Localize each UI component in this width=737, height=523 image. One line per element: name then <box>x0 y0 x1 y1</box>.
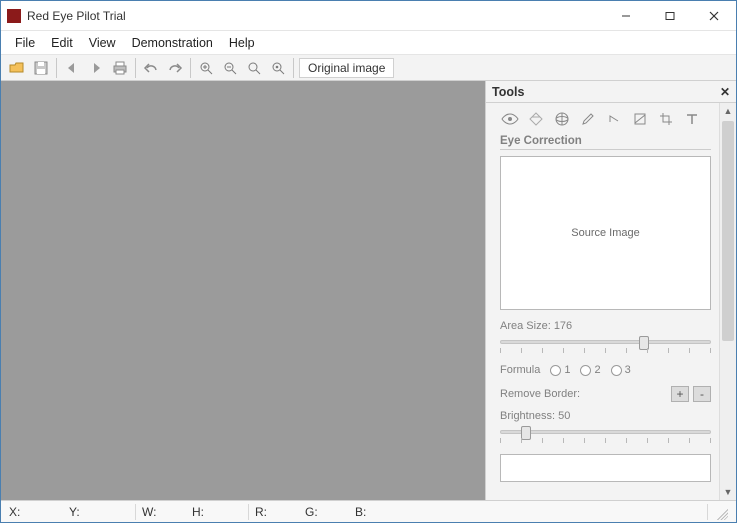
source-image-preview: Source Image <box>500 156 711 310</box>
result-preview <box>500 454 711 482</box>
tools-header: Tools ✕ <box>486 81 736 103</box>
zoom-in-icon[interactable] <box>194 57 218 79</box>
brightness-slider[interactable] <box>500 426 711 446</box>
app-icon <box>7 9 21 23</box>
statusbar: X: Y: W: H: R: G: B: <box>1 500 736 522</box>
area-size-slider[interactable] <box>500 336 711 356</box>
toolbar-separator <box>56 58 57 78</box>
redo-icon[interactable] <box>163 57 187 79</box>
scroll-up-icon[interactable]: ▲ <box>720 103 736 119</box>
status-w: W: <box>142 505 192 519</box>
menu-edit[interactable]: Edit <box>43 33 81 53</box>
section-eye-correction: Eye Correction <box>500 135 711 150</box>
tool-icon-row <box>500 109 711 129</box>
formula-radio-1[interactable]: 1 <box>550 364 570 376</box>
brush-tool-icon[interactable] <box>578 109 598 129</box>
status-r: R: <box>255 505 305 519</box>
forward-icon[interactable] <box>84 57 108 79</box>
zoom-out-icon[interactable] <box>218 57 242 79</box>
tools-title: Tools <box>492 85 524 99</box>
brightness-label: Brightness: 50 <box>500 410 711 422</box>
menu-help[interactable]: Help <box>221 33 263 53</box>
diamond-tool-icon[interactable] <box>526 109 546 129</box>
open-icon[interactable] <box>5 57 29 79</box>
status-h: H: <box>192 505 242 519</box>
formula-radio-3[interactable]: 3 <box>611 364 631 376</box>
toolbar-separator <box>190 58 191 78</box>
window-title: Red Eye Pilot Trial <box>27 9 126 23</box>
zoom-actual-icon[interactable] <box>266 57 290 79</box>
tools-content: Eye Correction Source Image Area Size: 1… <box>486 103 719 500</box>
back-icon[interactable] <box>60 57 84 79</box>
preview-label: Source Image <box>571 227 639 239</box>
formula-label: Formula <box>500 364 540 376</box>
scroll-thumb[interactable] <box>722 121 734 341</box>
levels-tool-icon[interactable] <box>630 109 650 129</box>
text-tool-icon[interactable] <box>682 109 702 129</box>
save-icon[interactable] <box>29 57 53 79</box>
remove-border-plus-button[interactable]: + <box>671 386 689 402</box>
tools-close-icon[interactable]: ✕ <box>720 85 730 99</box>
maximize-button[interactable] <box>648 1 692 31</box>
content-area: Tools ✕ Eye Correction <box>1 81 736 500</box>
menu-view[interactable]: View <box>81 33 124 53</box>
resize-grip-icon[interactable] <box>714 506 728 520</box>
status-g: G: <box>305 505 355 519</box>
rotate-tool-icon[interactable] <box>604 109 624 129</box>
titlebar[interactable]: Red Eye Pilot Trial <box>1 1 736 31</box>
menu-file[interactable]: File <box>7 33 43 53</box>
globe-tool-icon[interactable] <box>552 109 572 129</box>
zoom-fit-icon[interactable] <box>242 57 266 79</box>
minimize-button[interactable] <box>604 1 648 31</box>
tools-scrollbar[interactable]: ▲ ▼ <box>719 103 736 500</box>
formula-radio-2[interactable]: 2 <box>580 364 600 376</box>
crop-tool-icon[interactable] <box>656 109 676 129</box>
app-window: Red Eye Pilot Trial File Edit View Demon… <box>0 0 737 523</box>
undo-icon[interactable] <box>139 57 163 79</box>
tools-panel: Tools ✕ Eye Correction <box>485 81 736 500</box>
area-size-value: 176 <box>554 320 572 332</box>
remove-border-row: Remove Border: + - <box>500 386 711 402</box>
close-button[interactable] <box>692 1 736 31</box>
toolbar-separator <box>135 58 136 78</box>
brightness-value: 50 <box>558 410 570 422</box>
print-icon[interactable] <box>108 57 132 79</box>
area-size-label: Area Size: 176 <box>500 320 711 332</box>
remove-border-minus-button[interactable]: - <box>693 386 711 402</box>
image-canvas[interactable] <box>1 81 485 500</box>
remove-border-label: Remove Border: <box>500 388 667 400</box>
scroll-down-icon[interactable]: ▼ <box>720 484 736 500</box>
toolbar-separator <box>293 58 294 78</box>
original-image-button[interactable]: Original image <box>299 58 394 78</box>
menu-demonstration[interactable]: Demonstration <box>124 33 221 53</box>
status-y: Y: <box>69 505 129 519</box>
status-b: B: <box>355 505 405 519</box>
menubar: File Edit View Demonstration Help <box>1 31 736 55</box>
status-x: X: <box>9 505 69 519</box>
formula-row: Formula 1 2 3 <box>500 364 711 376</box>
eye-tool-icon[interactable] <box>500 109 520 129</box>
toolbar: Original image <box>1 55 736 81</box>
